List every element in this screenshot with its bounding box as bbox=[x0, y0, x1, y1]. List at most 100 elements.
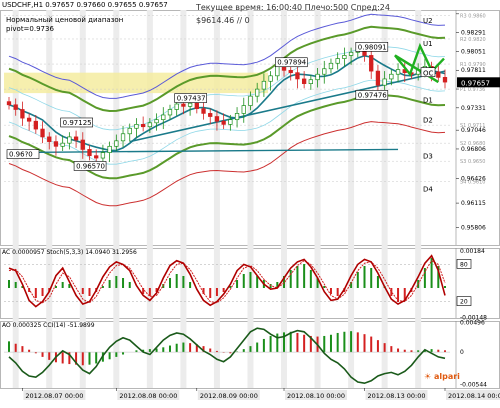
y-tick-label: 0.98291 bbox=[461, 30, 486, 37]
candle-body bbox=[228, 119, 233, 125]
subtitle-pivot: pivot=0.9736 bbox=[6, 25, 54, 33]
x-tick-label: 2012.08.14 00:00 bbox=[448, 392, 500, 400]
pivot-level-label: S3 0.9650 bbox=[460, 159, 485, 165]
osc2-tick-label: 0 bbox=[460, 349, 464, 356]
candle-body bbox=[442, 77, 448, 83]
candle-body bbox=[174, 103, 179, 110]
level-label-u2: U2 bbox=[423, 17, 433, 25]
y-tick-label: 0.96115 bbox=[461, 200, 486, 207]
session-stripe bbox=[314, 10, 321, 388]
info-line-balance: $9614.46 // 0 bbox=[196, 16, 250, 25]
x-tick-label: 2012.08.09 00:00 bbox=[200, 392, 258, 400]
candle-body bbox=[375, 70, 381, 86]
candle-body bbox=[13, 104, 18, 110]
candle-body bbox=[60, 142, 65, 147]
candle-body bbox=[107, 145, 112, 153]
level-label-oc: OC bbox=[423, 70, 434, 78]
candle-body bbox=[194, 102, 199, 110]
candle-body bbox=[87, 149, 92, 157]
candle-body bbox=[141, 124, 146, 128]
subtitle-range: Нормальный ценовой диапазон bbox=[6, 16, 124, 24]
candle-body bbox=[167, 109, 173, 116]
candle-body bbox=[53, 141, 59, 147]
candle-body bbox=[161, 114, 166, 121]
alpari-logo-text: alpari bbox=[433, 372, 460, 381]
level-label-d2: D2 bbox=[423, 117, 433, 125]
candle-body bbox=[214, 116, 220, 122]
candle-body bbox=[120, 133, 126, 142]
stoch-panel-label: AC 0.0000957 Stoch(5,3,3) 14.0940 31.295… bbox=[2, 249, 137, 256]
x-tick-label: 2012.08.08 00:00 bbox=[119, 392, 177, 400]
candle-body bbox=[208, 113, 213, 117]
candle-body bbox=[342, 55, 347, 59]
candle-body bbox=[322, 68, 327, 75]
candle-body bbox=[275, 66, 280, 77]
candle-body bbox=[181, 103, 186, 107]
candle-body bbox=[187, 102, 193, 107]
alpari-logo-icon: ☀ bbox=[424, 372, 432, 381]
candle-body bbox=[369, 55, 374, 72]
candle-body bbox=[127, 127, 132, 135]
candle-body bbox=[382, 78, 387, 86]
price-annotation-label: 0.98091 bbox=[358, 43, 387, 51]
candle-body bbox=[328, 62, 334, 70]
symbol-header: USDCHF,H1 0.97657 0.97660 0.97655 0.9765… bbox=[2, 1, 168, 9]
session-stripe bbox=[113, 10, 120, 388]
y-tick-label: 0.95806 bbox=[461, 224, 486, 231]
candle-body bbox=[221, 120, 226, 125]
candle-body bbox=[261, 80, 267, 90]
osc2-tick-label: -0.00544 bbox=[460, 382, 487, 389]
candle-body bbox=[20, 109, 25, 119]
pivot-level-label: R3 0.9860 bbox=[460, 13, 486, 19]
candle-body bbox=[33, 120, 38, 130]
x-tick-label: 2012.08.13 00:00 bbox=[368, 392, 426, 400]
session-stripe bbox=[213, 10, 220, 388]
candle-body bbox=[73, 136, 79, 141]
chart-canvas: 0.97125 0.96570 0.97437 0.97894 0.97476 0.980… bbox=[0, 10, 500, 400]
ao-panel-label: AO 0.000325 CCI(14) -51.9899 bbox=[2, 322, 95, 329]
candle-body bbox=[301, 78, 307, 84]
candle-body bbox=[234, 113, 240, 121]
candle-body bbox=[335, 58, 340, 64]
y-tick-label: 0.96806 bbox=[461, 146, 486, 153]
alpari-logo: ☀ alpari bbox=[424, 372, 460, 381]
price-annotation-label: 0.96570 bbox=[76, 162, 105, 170]
y-tick-label: 0.96426 bbox=[461, 176, 486, 183]
osc1-tick-label: 20 bbox=[460, 299, 468, 306]
candle-body bbox=[395, 69, 401, 75]
candle-body bbox=[80, 139, 85, 150]
candle-body bbox=[134, 124, 139, 129]
candle-body bbox=[268, 75, 273, 82]
candle-body bbox=[47, 136, 52, 142]
x-tick-label: 2012.08.10 00:00 bbox=[287, 392, 345, 400]
candle-body bbox=[114, 140, 119, 147]
candle-body bbox=[295, 72, 300, 80]
price-annotation-label: 0.97894 bbox=[277, 59, 306, 67]
candle-body bbox=[288, 69, 293, 74]
candle-body bbox=[67, 136, 72, 144]
candle-body bbox=[241, 105, 246, 114]
candle-body bbox=[154, 119, 159, 124]
current-price-label: 0.97657 bbox=[461, 79, 490, 87]
candle-body bbox=[436, 71, 441, 78]
session-stripe bbox=[79, 10, 86, 388]
candle-body bbox=[100, 152, 106, 159]
candle-body bbox=[308, 79, 313, 84]
osc2-tick-label: 0.00496 bbox=[460, 319, 485, 326]
y-tick-label: 0.97331 bbox=[461, 105, 486, 112]
osc1-tick-label: 0.00184 bbox=[460, 248, 485, 255]
price-annotation-label: 0.96?0 bbox=[9, 151, 33, 159]
y-tick-label: 0.97811 bbox=[461, 67, 486, 74]
candle-body bbox=[147, 122, 153, 128]
level-label-d1: D1 bbox=[423, 96, 433, 104]
level-label-u1: U1 bbox=[423, 40, 433, 48]
price-annotation-label: 0.97125 bbox=[63, 119, 92, 127]
y-tick-label: 0.97046 bbox=[461, 127, 486, 134]
candle-body bbox=[389, 73, 394, 80]
candle-body bbox=[348, 51, 354, 56]
pivot-level-label: R2 0.9820 bbox=[460, 37, 486, 43]
price-annotation-label: 0.97437 bbox=[177, 95, 206, 103]
x-tick-label: 2012.08.07 00:00 bbox=[25, 392, 83, 400]
candle-body bbox=[315, 73, 320, 81]
candle-body bbox=[40, 128, 45, 138]
